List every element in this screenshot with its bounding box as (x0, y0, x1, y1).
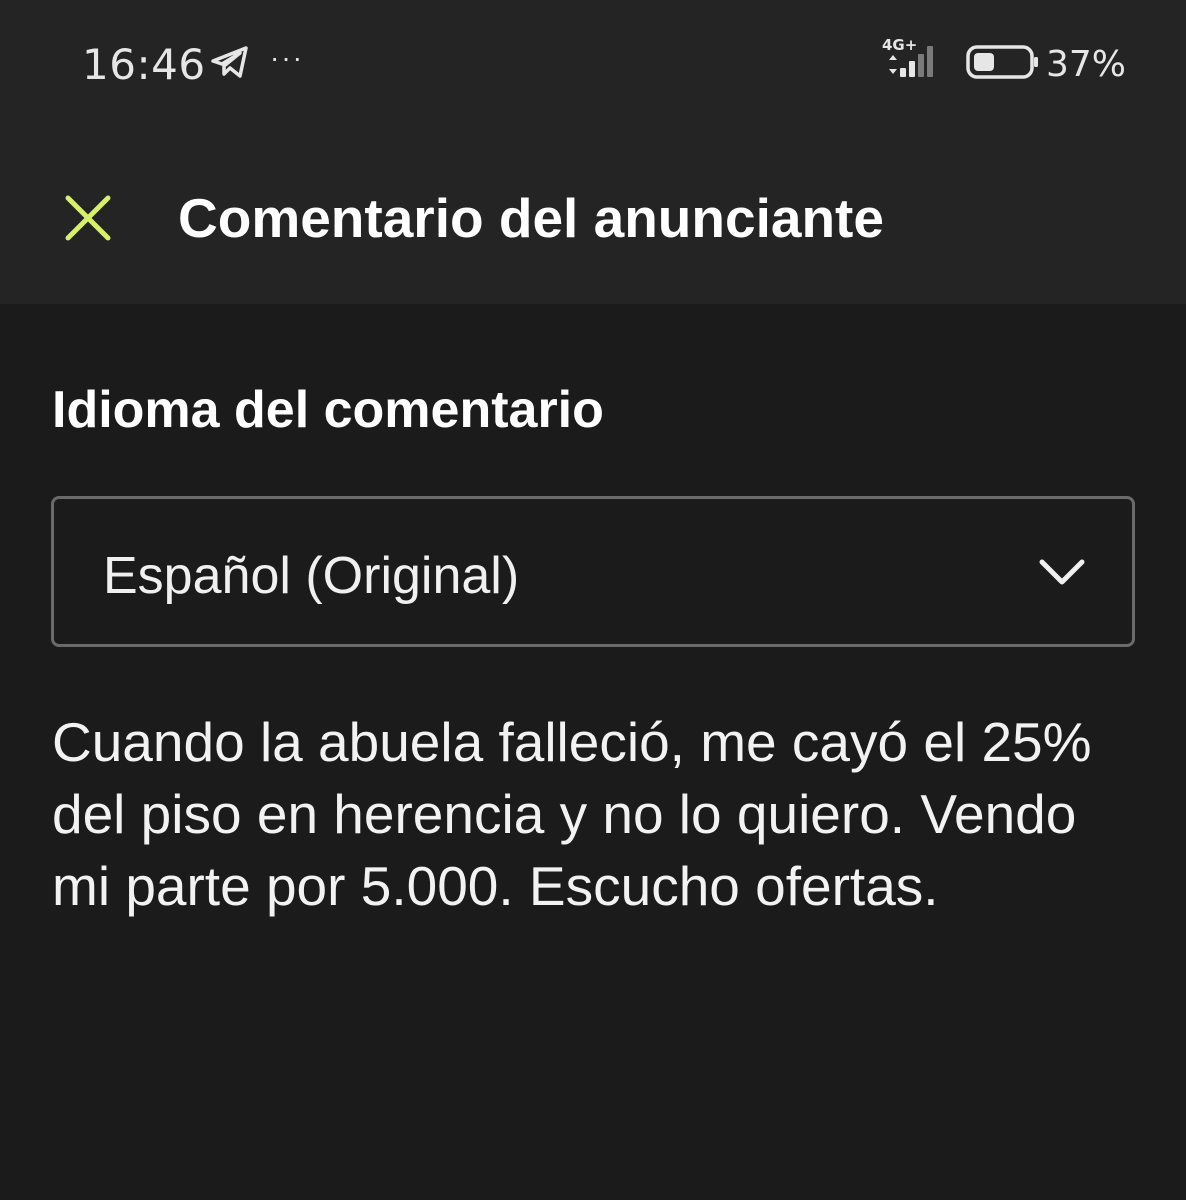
app-bar: Comentario del anunciante (0, 130, 1186, 304)
language-section-title: Idioma del comentario (52, 381, 604, 439)
language-selected-value: Español (Original) (103, 547, 520, 605)
close-icon[interactable] (62, 192, 114, 244)
status-time: 16:46 (82, 40, 206, 89)
page-title: Comentario del anunciante (178, 187, 884, 249)
advertiser-comment: Cuando la abuela falleció, me cayó el 25… (52, 711, 1092, 917)
network-icon: 4G+ (882, 36, 933, 77)
network-type-label: 4G+ (882, 36, 917, 54)
more-icon: ··· (270, 42, 304, 73)
chevron-down-icon (1039, 559, 1085, 585)
telegram-icon (211, 46, 248, 78)
status-bar: 16:46 ··· 4G+ 37% (0, 0, 1186, 130)
battery-percentage: 37% (1046, 44, 1127, 85)
language-dropdown[interactable]: Español (Original) (51, 496, 1135, 647)
battery-icon (966, 45, 1038, 79)
